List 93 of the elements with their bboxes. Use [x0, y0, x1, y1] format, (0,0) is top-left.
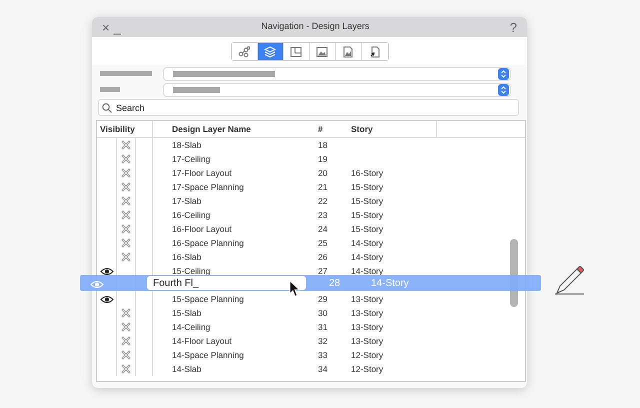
dropdown[interactable] [163, 82, 511, 96]
layer-name: 16-Slab [172, 250, 202, 264]
hidden-x-icon[interactable] [121, 364, 131, 374]
layer-number: 32 [318, 334, 328, 348]
eye-icon[interactable] [100, 294, 114, 304]
layer-name: 17-Floor Layout [172, 166, 232, 180]
pencil-icon [553, 265, 585, 296]
hidden-x-icon[interactable] [121, 336, 131, 346]
tab[interactable] [232, 43, 258, 60]
floor-plan-icon [290, 46, 302, 58]
layer-name: 14-Ceiling [172, 320, 210, 334]
close-button[interactable]: × [100, 20, 112, 34]
story-name: 14-Story [351, 250, 384, 264]
layer-number: 19 [318, 152, 328, 166]
story-name: 14-Story [351, 236, 384, 250]
layer-number: 21 [318, 180, 328, 194]
network-icon [238, 46, 250, 58]
layer-number: 31 [318, 320, 328, 334]
layer-number: 25 [318, 236, 328, 250]
story-name: 13-Story [351, 334, 384, 348]
story-name: 15-Story [351, 222, 384, 236]
hidden-x-icon[interactable] [121, 252, 131, 262]
layer-name: 17-Ceiling [172, 152, 210, 166]
layer-name: 16-Floor Layout [172, 222, 232, 236]
story-name: 14-Story [371, 276, 409, 290]
layer-name: 16-Space Planning [172, 236, 244, 250]
hidden-x-icon[interactable] [121, 308, 131, 318]
layer-name: 17-Space Planning [172, 180, 244, 194]
name-field[interactable]: Fourth Fl_ [147, 276, 306, 290]
layer-name: 14-Slab [172, 362, 202, 376]
layer-name: 14-Space Planning [172, 348, 244, 362]
layer-name: 18-Slab [172, 138, 202, 152]
story-name: 15-Story [351, 180, 384, 194]
search-icon [102, 103, 112, 113]
redacted-label [100, 71, 152, 76]
layer-name: 17-Slab [172, 194, 202, 208]
layer-number: 26 [318, 250, 328, 264]
redacted-value [173, 86, 220, 92]
stepper-icon [498, 84, 509, 96]
hidden-x-icon[interactable] [121, 322, 131, 332]
column-header[interactable]: Design Layer Name [153, 121, 318, 137]
dropdown[interactable] [163, 66, 511, 80]
layer-name: 15-Ceiling [172, 264, 210, 278]
column-header[interactable]: Visibility [97, 121, 153, 137]
tab[interactable] [258, 43, 284, 60]
layer-number: 27 [318, 264, 328, 278]
layer-number: 28 [329, 276, 342, 290]
column-header[interactable]: Story [347, 121, 437, 137]
story-name: 15-Story [351, 208, 384, 222]
layer-number: 22 [318, 194, 328, 208]
search-field[interactable]: Search [98, 99, 519, 116]
layer-name: 15-Space Planning [172, 292, 244, 306]
window-title: Navigation - Design Layers [260, 20, 370, 34]
story-name: 12-Story [351, 362, 384, 376]
layer-name: 16-Ceiling [172, 208, 210, 222]
stepper-icon [498, 68, 509, 80]
hidden-x-icon[interactable] [121, 140, 131, 150]
hidden-x-icon[interactable] [121, 196, 131, 206]
hidden-x-icon[interactable] [121, 182, 131, 192]
document-icon [368, 46, 380, 58]
story-name: 12-Story [351, 348, 384, 362]
eye-icon[interactable] [100, 266, 114, 276]
column-header[interactable]: # [318, 121, 347, 137]
layer-number: 24 [318, 222, 328, 236]
sheet-icon [342, 46, 354, 58]
hidden-x-icon[interactable] [121, 154, 131, 164]
image-icon [316, 46, 328, 58]
layer-number: 29 [318, 292, 328, 306]
hidden-x-icon[interactable] [121, 238, 131, 248]
layers-icon [264, 46, 276, 58]
story-name: 14-Story [351, 264, 384, 278]
hidden-x-icon[interactable] [121, 168, 131, 178]
hidden-x-icon[interactable] [121, 350, 131, 360]
minimize-button[interactable]: _ [112, 20, 123, 34]
layer-number: 33 [318, 348, 328, 362]
layer-number: 30 [318, 306, 328, 320]
hidden-x-icon[interactable] [121, 210, 131, 220]
layer-number: 23 [318, 208, 328, 222]
story-name: 13-Story [351, 292, 384, 306]
hidden-x-icon[interactable] [121, 224, 131, 234]
redacted-label [100, 87, 120, 92]
layer-name: 15-Slab [172, 306, 202, 320]
story-name: 15-Story [351, 194, 384, 208]
story-name: 13-Story [351, 320, 384, 334]
dragged-row[interactable]: Fourth Fl_ 28 14-Story [80, 275, 541, 291]
layer-number: 34 [318, 362, 328, 376]
cursor-icon [289, 280, 301, 298]
story-name: 13-Story [351, 306, 384, 320]
layer-number: 18 [318, 138, 328, 152]
layer-name: 14-Floor Layout [172, 334, 232, 348]
story-name: 16-Story [351, 166, 384, 180]
layer-number: 20 [318, 166, 328, 180]
help-button[interactable]: ? [508, 20, 519, 34]
